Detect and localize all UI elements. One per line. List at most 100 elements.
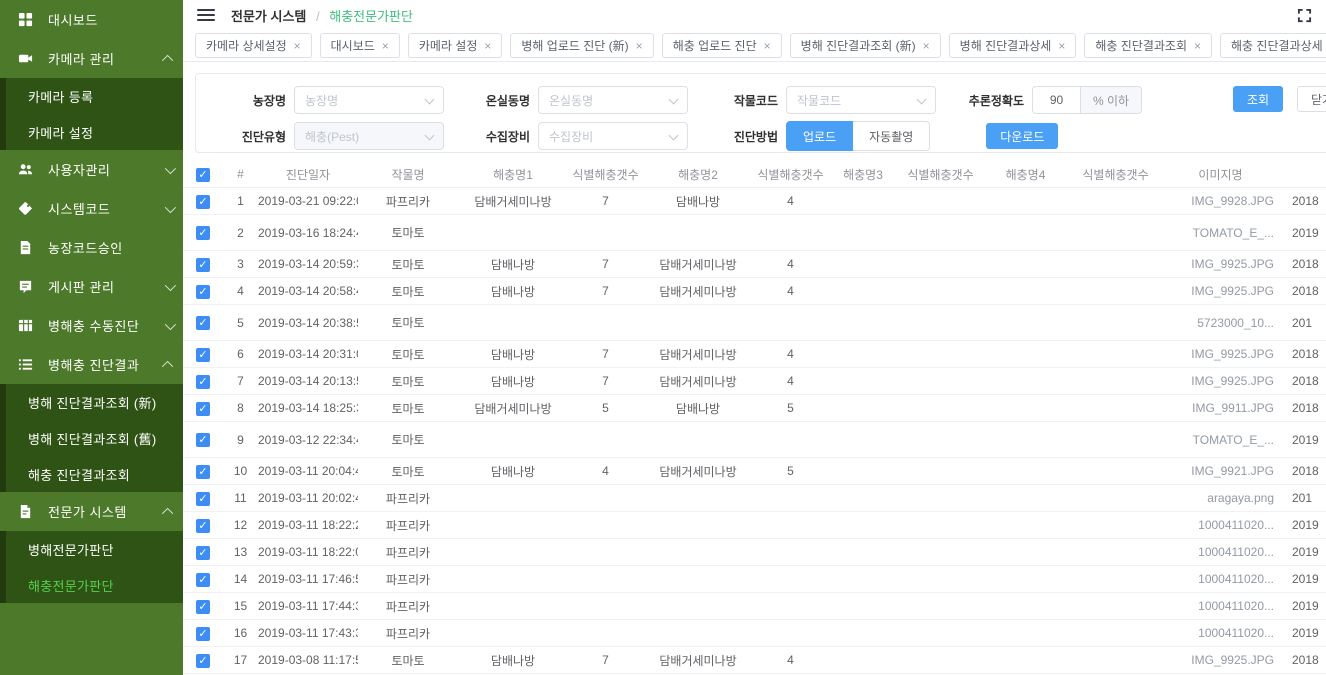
sidebar-item-6[interactable]: 병해충 수동진단 (0, 306, 183, 345)
tab-close-icon[interactable]: × (484, 40, 491, 52)
table-row-16[interactable]: ✓162019-03-11 17:43:34파프리카1000411020...2… (183, 620, 1326, 647)
row-checkbox[interactable]: ✓ (196, 316, 210, 330)
table-row-8[interactable]: ✓82019-03-14 18:25:32토마토담배거세미나방5담배나방5IMG… (183, 395, 1326, 422)
tab-label: 해충 진단결과상세 (1231, 37, 1323, 54)
table-row-17[interactable]: ✓172019-03-08 11:17:59토마토담배나방7담배거세미나방4IM… (183, 647, 1326, 674)
diagnosis-date: 2019-03-11 18:22:03 (258, 545, 358, 559)
accuracy-label: 추론정확도 (942, 92, 1024, 109)
method-option-0-active[interactable]: 업로드 (786, 121, 853, 151)
sidebar-subitem[interactable]: 병해 진단결과조회 (新) (0, 384, 183, 420)
image-name: 1000411020... (1163, 545, 1278, 559)
tab-close-icon[interactable]: × (294, 40, 301, 52)
table-row-14[interactable]: ✓142019-03-11 17:46:58파프리카1000411020...2… (183, 566, 1326, 593)
tab-7[interactable]: 해충 진단결과조회× (1084, 33, 1212, 58)
tab-3[interactable]: 병해 업로드 진단 (新)× (510, 33, 653, 58)
table-row-12[interactable]: ✓122019-03-11 18:22:20파프리카1000411020...2… (183, 512, 1326, 539)
row-checkbox[interactable]: ✓ (196, 573, 210, 587)
reg-date: 2019 (1278, 518, 1326, 532)
table-row-5[interactable]: ✓52019-03-14 20:38:56토마토5723000_10...201 (183, 305, 1326, 341)
table-row-10[interactable]: ✓102019-03-11 20:04:40토마토담배나방4담배거세미나방5IM… (183, 458, 1326, 485)
diagnosis-result-icon (18, 357, 33, 372)
table-row-3[interactable]: ✓32019-03-14 20:59:38토마토담배나방7담배거세미나방4IMG… (183, 251, 1326, 278)
main-content: 전문가 시스템 / 해충전문가판단 카메라 상세설정×대시보드×카메라 설정×병… (183, 0, 1326, 675)
row-checkbox[interactable]: ✓ (196, 519, 210, 533)
row-checkbox[interactable]: ✓ (196, 433, 210, 447)
sidebar-item-5[interactable]: 게시판 관리 (0, 267, 183, 306)
crop-code-select[interactable]: 작물코드 (786, 86, 936, 114)
sidebar-subitem[interactable]: 해충 진단결과조회 (0, 456, 183, 492)
row-checkbox-cell: ✓ (183, 464, 223, 479)
sidebar-subitem-active[interactable]: 해충전문가판단 (0, 567, 183, 603)
diagnosis-type-select[interactable]: 해충(Pest) (294, 122, 444, 150)
select-all-checkbox[interactable]: ✓ (196, 168, 210, 182)
close-button[interactable]: 닫기 (1297, 86, 1326, 112)
greenhouse-select[interactable]: 온실동명 (538, 86, 688, 114)
sidebar-submenu: 카메라 등록카메라 설정 (0, 78, 183, 150)
table-row-2[interactable]: ✓22019-03-16 18:24:43토마토TOMATO_E_...2019 (183, 215, 1326, 251)
sidebar-item-7[interactable]: 병해충 진단결과 (0, 345, 183, 384)
row-number: 3 (223, 257, 258, 271)
crop-name: 토마토 (358, 400, 458, 417)
row-checkbox[interactable]: ✓ (196, 258, 210, 272)
table-row-9[interactable]: ✓92019-03-12 22:34:44토마토TOMATO_E_...2019 (183, 422, 1326, 458)
accuracy-input[interactable] (1032, 86, 1080, 114)
tab-4[interactable]: 해충 업로드 진단× (662, 33, 782, 58)
chevron-down-icon (669, 131, 679, 141)
table-row-11[interactable]: ✓112019-03-11 20:02:41파프리카aragaya.png201 (183, 485, 1326, 512)
row-checkbox[interactable]: ✓ (196, 402, 210, 416)
sidebar-item-3[interactable]: 시스템코드 (0, 189, 183, 228)
tab-close-icon[interactable]: × (636, 40, 643, 52)
tab-6[interactable]: 병해 진단결과상세× (949, 33, 1077, 58)
tab-close-icon[interactable]: × (1058, 40, 1065, 52)
sidebar-subitem[interactable]: 카메라 설정 (0, 114, 183, 150)
row-checkbox[interactable]: ✓ (196, 348, 210, 362)
tab-close-icon[interactable]: × (382, 40, 389, 52)
header-cell: 해충명1 (458, 166, 568, 183)
sidebar-item-0[interactable]: 대시보드 (0, 0, 183, 39)
tab-0[interactable]: 카메라 상세설정× (195, 33, 312, 58)
tab-close-icon[interactable]: × (923, 40, 930, 52)
row-checkbox[interactable]: ✓ (196, 492, 210, 506)
sidebar-subitem[interactable]: 병해 진단결과조회 (舊) (0, 420, 183, 456)
search-button[interactable]: 조회 (1233, 86, 1283, 112)
table-row-6[interactable]: ✓62019-03-14 20:31:03토마토담배나방7담배거세미나방4IMG… (183, 341, 1326, 368)
table-row-4[interactable]: ✓42019-03-14 20:58:46토마토담배나방7담배거세미나방4IMG… (183, 278, 1326, 305)
tab-2[interactable]: 카메라 설정× (408, 33, 503, 58)
row-checkbox[interactable]: ✓ (196, 375, 210, 389)
row-checkbox[interactable]: ✓ (196, 654, 210, 668)
table-row-7[interactable]: ✓72019-03-14 20:13:53토마토담배나방7담배거세미나방4IMG… (183, 368, 1326, 395)
row-checkbox[interactable]: ✓ (196, 465, 210, 479)
sidebar-subitem[interactable]: 카메라 등록 (0, 78, 183, 114)
download-button[interactable]: 다운로드 (986, 123, 1058, 149)
sidebar-item-8[interactable]: 전문가 시스템 (0, 492, 183, 531)
chevron-down-icon (917, 95, 927, 105)
row-checkbox[interactable]: ✓ (196, 546, 210, 560)
pest-name-1: 담배거세미나방 (458, 400, 568, 417)
tab-close-icon[interactable]: × (1194, 40, 1201, 52)
row-checkbox[interactable]: ✓ (196, 600, 210, 614)
device-select[interactable]: 수집장비 (538, 122, 688, 150)
tab-8[interactable]: 해충 진단결과상세× (1220, 33, 1326, 58)
farm-name-select[interactable]: 농장명 (294, 86, 444, 114)
row-checkbox[interactable]: ✓ (196, 285, 210, 299)
header-checkbox-cell: ✓ (183, 167, 223, 182)
method-option-1[interactable]: 자동촬영 (853, 121, 930, 151)
crop-name: 토마토 (358, 283, 458, 300)
sidebar-item-2[interactable]: 사용자관리 (0, 150, 183, 189)
crop-name: 토마토 (358, 463, 458, 480)
sidebar-item-1[interactable]: 카메라 관리 (0, 39, 183, 78)
row-checkbox[interactable]: ✓ (196, 226, 210, 240)
table-row-13[interactable]: ✓132019-03-11 18:22:03파프리카1000411020...2… (183, 539, 1326, 566)
sidebar-item-4[interactable]: 농장코드승인 (0, 228, 183, 267)
table-row-15[interactable]: ✓152019-03-11 17:44:33파프리카1000411020...2… (183, 593, 1326, 620)
sidebar-subitem[interactable]: 병해전문가판단 (0, 531, 183, 567)
hamburger-menu-icon[interactable] (197, 9, 215, 22)
row-checkbox[interactable]: ✓ (196, 627, 210, 641)
table-row-1[interactable]: ✓12019-03-21 09:22:00파프리카담배거세미나방7담배나방4IM… (183, 188, 1326, 215)
crop-name: 파프리카 (358, 571, 458, 588)
tab-close-icon[interactable]: × (764, 40, 771, 52)
tab-1[interactable]: 대시보드× (320, 33, 400, 58)
fullscreen-icon[interactable] (1297, 8, 1312, 28)
row-checkbox[interactable]: ✓ (196, 195, 210, 209)
tab-5[interactable]: 병해 진단결과조회 (新)× (790, 33, 941, 58)
